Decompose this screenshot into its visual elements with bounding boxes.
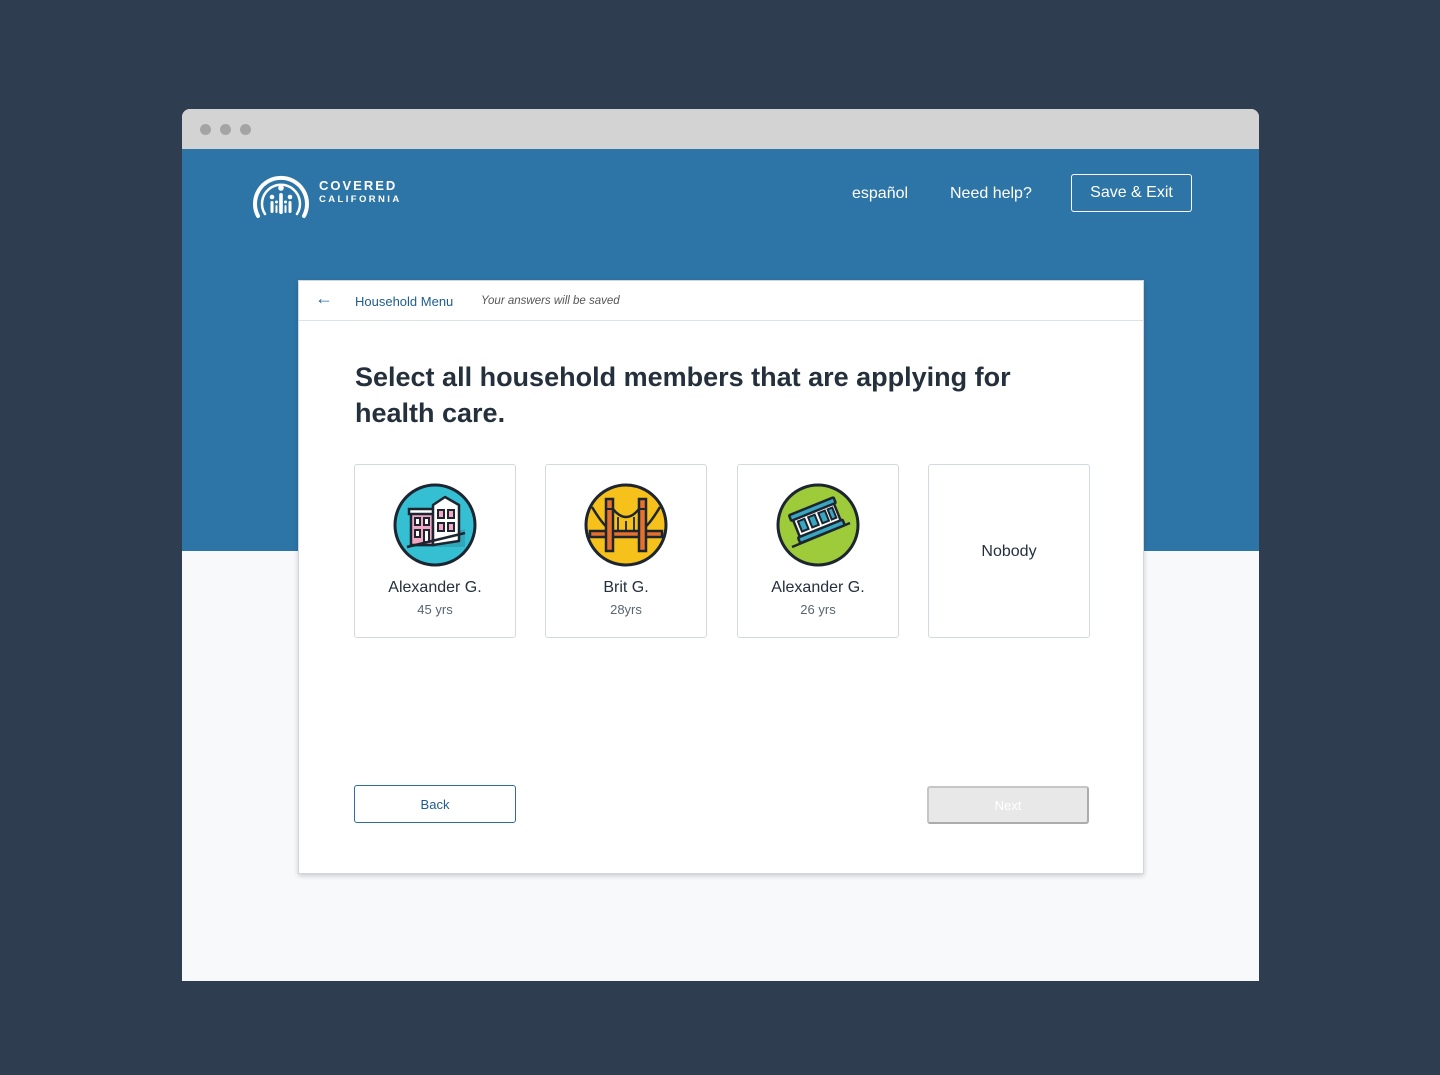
member-card-alexander-26[interactable]: Alexander G. 26 yrs: [737, 464, 899, 638]
household-selection-card: ← Household Menu Your answers will be sa…: [298, 280, 1144, 874]
member-name: Alexander G.: [771, 579, 865, 596]
member-name: Brit G.: [603, 579, 649, 596]
member-card-brit-28[interactable]: Brit G. 28yrs: [545, 464, 707, 638]
logo-wordmark: COVERED CALIFORNIA: [319, 179, 402, 205]
member-name: Alexander G.: [388, 579, 482, 596]
window-minimize-dot[interactable]: [220, 124, 231, 135]
language-espanol-link[interactable]: español: [852, 185, 908, 203]
nobody-label: Nobody: [981, 543, 1037, 560]
cable-car-icon: [776, 483, 860, 567]
member-age: 28yrs: [610, 602, 642, 617]
window-close-dot[interactable]: [200, 124, 211, 135]
need-help-link[interactable]: Need help?: [950, 185, 1032, 203]
member-age: 45 yrs: [417, 602, 453, 617]
next-button[interactable]: Next: [927, 786, 1089, 824]
member-card-nobody[interactable]: Nobody: [928, 464, 1090, 638]
golden-gate-bridge-icon: [584, 483, 668, 567]
browser-title-bar: [182, 109, 1259, 149]
covered-california-logo[interactable]: COVERED CALIFORNIA: [250, 164, 402, 220]
back-arrow-icon[interactable]: ←: [315, 288, 333, 309]
houses-icon: [393, 483, 477, 567]
save-exit-button[interactable]: Save & Exit: [1071, 174, 1192, 212]
page-title: Select all household members that are ap…: [355, 362, 1011, 428]
member-card-alexander-45[interactable]: Alexander G. 45 yrs: [354, 464, 516, 638]
logo-wordmark-line2: CALIFORNIA: [319, 194, 402, 206]
breadcrumb: ← Household Menu Your answers will be sa…: [299, 281, 1143, 321]
window-maximize-dot[interactable]: [240, 124, 251, 135]
autosave-note: Your answers will be saved: [481, 295, 620, 307]
back-button[interactable]: Back: [354, 785, 516, 823]
logo-wordmark-line1: COVERED: [319, 178, 398, 194]
covered-california-logo-icon: [253, 175, 309, 218]
household-menu-link[interactable]: Household Menu: [355, 294, 453, 309]
browser-window: COVERED CALIFORNIA español Need help? Sa…: [182, 109, 1259, 981]
member-age: 26 yrs: [800, 602, 836, 617]
